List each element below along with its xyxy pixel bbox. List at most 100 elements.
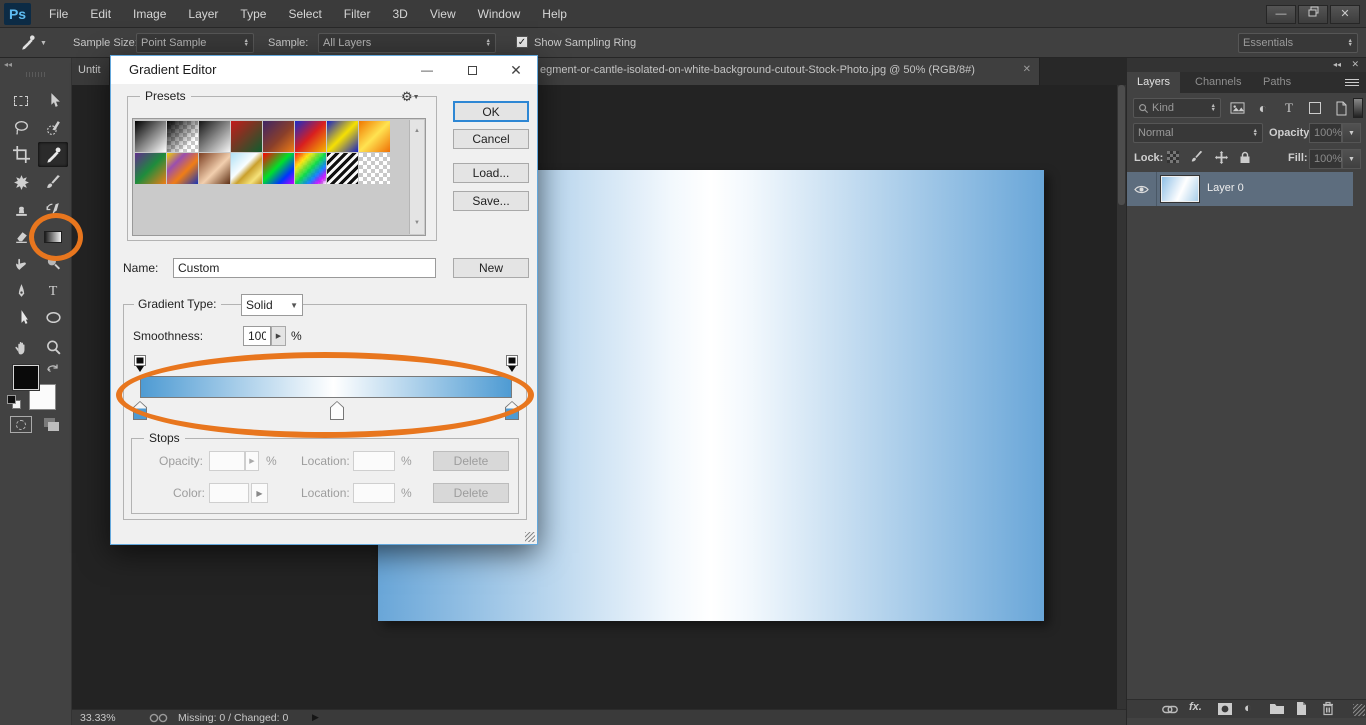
tab-untitled[interactable]: Untit	[72, 58, 110, 85]
layer-thumbnail[interactable]	[1161, 176, 1199, 202]
gradient-preset[interactable]	[231, 121, 262, 152]
rectangular-marquee-tool[interactable]	[6, 88, 36, 113]
show-sampling-ring-checkbox[interactable]: ✓	[516, 36, 528, 48]
gradient-preset[interactable]	[359, 153, 390, 184]
eyedropper-tool-icon[interactable]	[20, 34, 36, 55]
menu-image[interactable]: Image	[122, 0, 177, 28]
gradient-preset[interactable]	[263, 121, 294, 152]
filter-smart-objects-icon[interactable]	[1331, 98, 1351, 118]
new-layer-icon[interactable]	[1295, 701, 1308, 716]
eye-icon[interactable]	[1134, 184, 1149, 195]
path-selection-tool[interactable]	[6, 305, 36, 330]
layer-styles-icon[interactable]: fx.	[1189, 701, 1202, 713]
fill-dropdown-button[interactable]: ▼	[1342, 149, 1361, 169]
quick-selection-tool[interactable]	[38, 115, 68, 140]
gradient-preset[interactable]	[295, 153, 326, 184]
menu-filter[interactable]: Filter	[333, 0, 382, 28]
gradient-preview-bar[interactable]	[140, 376, 512, 398]
smoothness-spinner[interactable]: ▶	[271, 326, 286, 346]
menu-file[interactable]: File	[38, 0, 79, 28]
layer-row[interactable]: Layer 0	[1127, 172, 1353, 206]
smoothness-input[interactable]	[243, 326, 271, 346]
scrollbar-thumb[interactable]	[1118, 85, 1125, 205]
delete-layer-icon[interactable]	[1321, 701, 1335, 716]
menu-type[interactable]: Type	[229, 0, 277, 28]
swap-colors-icon[interactable]	[46, 361, 60, 379]
delete-color-stop-button[interactable]: Delete	[433, 483, 509, 503]
panel-menu-icon[interactable]	[1345, 77, 1359, 88]
crop-tool[interactable]	[6, 142, 36, 167]
gradient-preset[interactable]	[167, 121, 198, 152]
eraser-tool[interactable]	[6, 224, 36, 249]
filter-pixel-layers-icon[interactable]	[1227, 98, 1247, 118]
foreground-color-swatch[interactable]	[13, 365, 39, 390]
opacity-dropdown-button[interactable]: ▼	[1342, 123, 1361, 143]
default-colors-icon[interactable]	[7, 395, 16, 404]
gradient-preset[interactable]	[263, 153, 294, 184]
stop-color-swatch[interactable]	[209, 483, 249, 503]
adjustment-layer-icon[interactable]: ◐	[1244, 700, 1252, 715]
ellipse-tool[interactable]	[38, 305, 68, 330]
presets-scrollbar[interactable]: ▲ ▼	[409, 120, 424, 234]
filter-toggle[interactable]	[1353, 98, 1363, 118]
zoom-tool[interactable]	[38, 335, 68, 360]
tab-channels[interactable]: Channels	[1185, 72, 1251, 93]
stop-opacity-input[interactable]	[209, 451, 245, 471]
tab-paths[interactable]: Paths	[1253, 72, 1301, 93]
type-tool[interactable]: T	[38, 279, 68, 304]
lock-position-icon[interactable]	[1213, 149, 1229, 165]
opacity-value[interactable]: 100%	[1309, 123, 1342, 143]
collapse-panel-icon[interactable]: ◂◂	[4, 60, 12, 69]
dialog-minimize-icon[interactable]: —	[414, 56, 440, 84]
dialog-close-icon[interactable]: ✕	[503, 56, 529, 84]
dialog-maximize-icon[interactable]	[459, 56, 485, 84]
gradient-preset[interactable]	[295, 121, 326, 152]
sample-size-dropdown[interactable]: Point Sample▲▼	[136, 33, 254, 53]
quick-mask-button[interactable]	[10, 416, 32, 433]
canvas-vertical-scrollbar[interactable]	[1117, 85, 1126, 709]
dodge-tool[interactable]	[38, 251, 68, 276]
gradient-preset[interactable]	[135, 121, 166, 152]
opacity-stop-left[interactable]	[134, 355, 147, 373]
cancel-button[interactable]: Cancel	[453, 129, 529, 149]
brush-tool[interactable]	[38, 170, 68, 195]
close-button[interactable]: ✕	[1330, 5, 1360, 24]
lasso-tool[interactable]	[6, 115, 36, 140]
healing-brush-tool[interactable]	[6, 170, 36, 195]
menu-help[interactable]: Help	[531, 0, 578, 28]
save-button[interactable]: Save...	[453, 191, 529, 211]
menu-edit[interactable]: Edit	[79, 0, 122, 28]
scroll-up-icon[interactable]: ▲	[414, 128, 420, 134]
opacity-stop-right[interactable]	[506, 355, 519, 373]
visibility-cell[interactable]	[1127, 172, 1157, 206]
close-panel-icon[interactable]: ✕	[1351, 59, 1359, 70]
gradient-preset[interactable]	[327, 121, 358, 152]
tab-layers[interactable]: Layers	[1127, 72, 1180, 93]
stop-location-input-1[interactable]	[353, 451, 395, 471]
filter-kind-dropdown[interactable]: Kind▲▼	[1133, 98, 1221, 118]
dialog-resize-grip[interactable]	[525, 532, 535, 542]
eyedropper-tool[interactable]	[38, 142, 68, 167]
menu-3d[interactable]: 3D	[381, 0, 418, 28]
restore-button[interactable]	[1298, 5, 1328, 24]
pen-tool[interactable]	[6, 279, 36, 304]
gradient-preset[interactable]	[199, 121, 230, 152]
gradient-preset[interactable]	[231, 153, 262, 184]
new-group-icon[interactable]	[1269, 702, 1285, 715]
panel-grip[interactable]	[26, 72, 46, 77]
workspace-dropdown[interactable]: Essentials▲▼	[1238, 33, 1358, 53]
tool-preset-arrow-icon[interactable]: ▼	[40, 40, 47, 47]
menu-window[interactable]: Window	[467, 0, 532, 28]
layer-name[interactable]: Layer 0	[1207, 182, 1244, 194]
gradient-tool[interactable]	[38, 224, 68, 249]
zoom-level[interactable]: 33.33%	[80, 712, 116, 724]
delete-opacity-stop-button[interactable]: Delete	[433, 451, 509, 471]
lock-pixels-icon[interactable]	[1189, 149, 1205, 165]
gradient-preset[interactable]	[199, 153, 230, 184]
gradient-preset[interactable]	[135, 153, 166, 184]
menu-layer[interactable]: Layer	[177, 0, 229, 28]
gradient-preset[interactable]	[327, 153, 358, 184]
name-input[interactable]	[173, 258, 436, 278]
new-button[interactable]: New	[453, 258, 529, 278]
move-tool[interactable]	[38, 88, 68, 113]
